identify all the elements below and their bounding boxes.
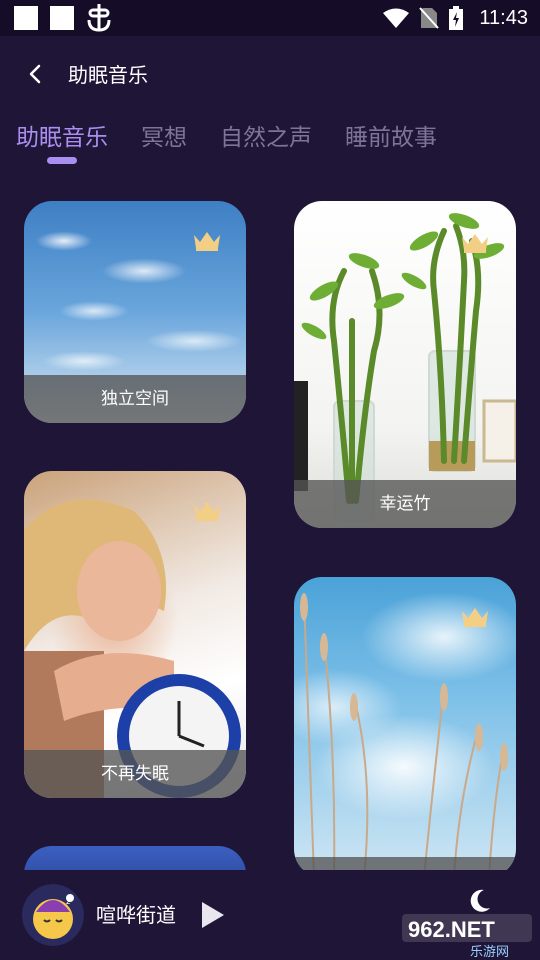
wifi-icon — [383, 8, 410, 28]
svg-text:乐游网: 乐游网 — [470, 945, 509, 958]
svg-text:962.NET: 962.NET — [408, 917, 495, 942]
tab-nature-sounds[interactable]: 自然之声 — [220, 118, 312, 158]
chevron-left-icon — [29, 64, 41, 84]
sleeping-moon-avatar-icon[interactable]: z — [22, 884, 84, 946]
card-caption: 幸运竹 — [294, 480, 516, 528]
music-card-lucky-bamboo[interactable]: 幸运竹 — [294, 201, 516, 528]
status-bar: 11:43 — [0, 0, 540, 36]
page-title: 助眠音乐 — [68, 63, 148, 87]
tab-sleep-music[interactable]: 助眠音乐 — [16, 118, 108, 158]
play-button[interactable] — [200, 900, 226, 930]
site-watermark: 962.NET 乐游网 — [400, 910, 536, 960]
crown-icon — [194, 502, 220, 521]
crown-icon — [462, 234, 488, 253]
card-caption: 不再失眠 — [24, 750, 246, 798]
tab-bedtime-stories[interactable]: 睡前故事 — [345, 118, 437, 158]
battery-charging-icon — [449, 6, 464, 30]
music-card-reeds[interactable] — [294, 577, 516, 877]
mini-player: z 喧哗街道 962.NET 乐游网 — [0, 870, 540, 960]
category-tabs: 助眠音乐 冥想 自然之声 睡前故事 — [0, 118, 540, 168]
player-track-title: 喧哗街道 — [96, 903, 176, 927]
status-time: 11:43 — [479, 6, 528, 29]
header: 助眠音乐 — [0, 44, 540, 104]
tab-meditation[interactable]: 冥想 — [141, 118, 187, 158]
svg-text:z: z — [66, 897, 70, 906]
crown-icon — [194, 232, 220, 251]
notification-square-icon — [14, 6, 38, 30]
music-card-no-more-insomnia[interactable]: 不再失眠 — [24, 471, 246, 798]
tab-indicator — [47, 157, 77, 164]
no-sim-icon — [419, 7, 440, 29]
back-button[interactable] — [22, 56, 50, 92]
bug-icon — [86, 4, 112, 40]
watermark-logo: 962.NET 乐游网 — [402, 914, 532, 960]
music-card-independent-space[interactable]: 独立空间 — [24, 201, 246, 423]
play-icon — [202, 902, 224, 928]
crown-icon — [462, 608, 488, 627]
card-caption: 独立空间 — [24, 375, 246, 423]
notification-square-icon — [50, 6, 74, 30]
